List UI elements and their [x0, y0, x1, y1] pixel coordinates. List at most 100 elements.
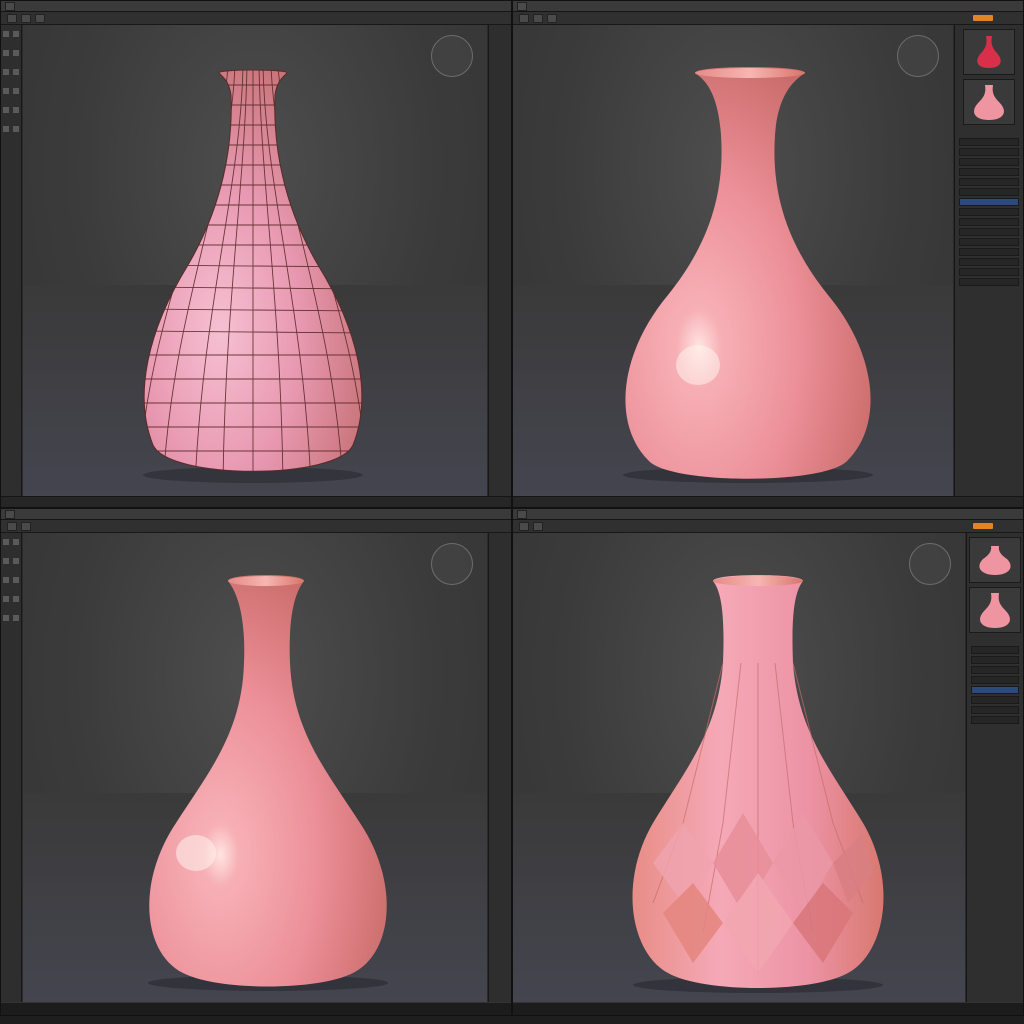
tool-icon[interactable] — [3, 539, 9, 545]
vase-thumbnail-icon — [974, 85, 1004, 120]
property-row[interactable] — [959, 278, 1019, 286]
property-row[interactable] — [959, 138, 1019, 146]
tool-icon[interactable] — [21, 13, 31, 23]
material-preview-thumbnail[interactable] — [963, 79, 1015, 125]
wireframe-vase — [143, 69, 363, 483]
app-icon — [5, 1, 15, 11]
tool-icon[interactable] — [519, 521, 529, 531]
tool-icon[interactable] — [35, 13, 45, 23]
property-row[interactable] — [959, 208, 1019, 216]
tool-icon[interactable] — [3, 558, 9, 564]
timeline-bar[interactable] — [513, 1002, 1023, 1015]
tool-icon[interactable] — [3, 50, 9, 56]
property-row[interactable] — [959, 188, 1019, 196]
window-smooth-view — [512, 0, 1024, 508]
property-row[interactable] — [959, 268, 1019, 276]
tool-icon[interactable] — [3, 69, 9, 75]
toolbar — [513, 12, 1023, 25]
left-tool-palette — [1, 533, 22, 1005]
toolbar — [1, 520, 511, 533]
toolbar — [1, 12, 511, 25]
property-row[interactable] — [971, 656, 1019, 664]
tool-icon[interactable] — [533, 521, 543, 531]
tool-icon[interactable] — [13, 69, 19, 75]
tool-icon[interactable] — [3, 88, 9, 94]
property-row[interactable] — [971, 706, 1019, 714]
smooth-vase — [623, 67, 873, 483]
faceted-vase — [632, 575, 884, 993]
property-row[interactable] — [959, 168, 1019, 176]
window-wireframe-view — [0, 0, 512, 508]
3d-viewport[interactable] — [23, 25, 487, 497]
nav-cube-icon[interactable] — [897, 35, 939, 77]
3d-viewport[interactable] — [513, 25, 953, 497]
tool-icon[interactable] — [3, 31, 9, 37]
tool-icon[interactable] — [13, 88, 19, 94]
3d-viewport[interactable] — [23, 533, 487, 1005]
property-row-selected[interactable] — [959, 198, 1019, 206]
render-button[interactable] — [973, 15, 993, 21]
tool-icon[interactable] — [13, 577, 19, 583]
property-row[interactable] — [959, 218, 1019, 226]
render-button[interactable] — [973, 523, 993, 529]
properties-panel — [966, 533, 1023, 1005]
material-preview-thumbnail[interactable] — [969, 537, 1021, 583]
property-row[interactable] — [959, 238, 1019, 246]
panel-header[interactable] — [971, 637, 1019, 643]
property-row[interactable] — [971, 716, 1019, 724]
timeline-bar[interactable] — [1, 1002, 511, 1015]
tool-icon[interactable] — [7, 13, 17, 23]
window-faceted-view — [512, 508, 1024, 1016]
vase-thumbnail-icon — [979, 546, 1011, 575]
properties-panel — [954, 25, 1023, 497]
menu-bar[interactable] — [1, 509, 511, 520]
tool-icon[interactable] — [3, 107, 9, 113]
property-row[interactable] — [971, 696, 1019, 704]
app-icon — [517, 509, 527, 519]
tool-icon[interactable] — [7, 521, 17, 531]
tool-icon[interactable] — [13, 615, 19, 621]
tool-icon[interactable] — [13, 31, 19, 37]
tool-icon[interactable] — [519, 13, 529, 23]
menu-bar[interactable] — [513, 509, 1023, 520]
tool-icon[interactable] — [13, 126, 19, 132]
property-row[interactable] — [959, 178, 1019, 186]
nav-cube-icon[interactable] — [431, 543, 473, 585]
tool-icon[interactable] — [13, 50, 19, 56]
app-icon — [5, 509, 15, 519]
3d-viewport[interactable] — [513, 533, 965, 1005]
tool-icon[interactable] — [547, 13, 557, 23]
property-row[interactable] — [959, 158, 1019, 166]
material-preview-thumbnail[interactable] — [969, 587, 1021, 633]
status-bar — [513, 496, 1023, 507]
tool-icon[interactable] — [13, 596, 19, 602]
tool-icon[interactable] — [13, 539, 19, 545]
right-tool-strip — [488, 533, 511, 1005]
tool-icon[interactable] — [13, 558, 19, 564]
tool-icon[interactable] — [13, 107, 19, 113]
app-icon — [517, 1, 527, 11]
tool-icon[interactable] — [3, 126, 9, 132]
property-row[interactable] — [959, 258, 1019, 266]
property-row[interactable] — [959, 148, 1019, 156]
property-row[interactable] — [971, 676, 1019, 684]
panel-header[interactable] — [959, 129, 1019, 135]
property-row[interactable] — [959, 248, 1019, 256]
tool-icon[interactable] — [3, 596, 9, 602]
property-row[interactable] — [971, 646, 1019, 654]
tool-icon[interactable] — [3, 577, 9, 583]
property-row-selected[interactable] — [971, 686, 1019, 694]
nav-cube-icon[interactable] — [909, 543, 951, 585]
menu-bar[interactable] — [1, 1, 511, 12]
tool-icon[interactable] — [533, 13, 543, 23]
nav-cube-icon[interactable] — [431, 35, 473, 77]
smooth-vase — [148, 575, 388, 991]
tool-icon[interactable] — [21, 521, 31, 531]
tool-icon[interactable] — [3, 615, 9, 621]
render-preview-thumbnail[interactable] — [963, 29, 1015, 75]
status-bar — [1, 496, 511, 507]
vase-thumbnail-icon — [977, 36, 1001, 68]
property-row[interactable] — [971, 666, 1019, 674]
menu-bar[interactable] — [513, 1, 1023, 12]
property-row[interactable] — [959, 228, 1019, 236]
